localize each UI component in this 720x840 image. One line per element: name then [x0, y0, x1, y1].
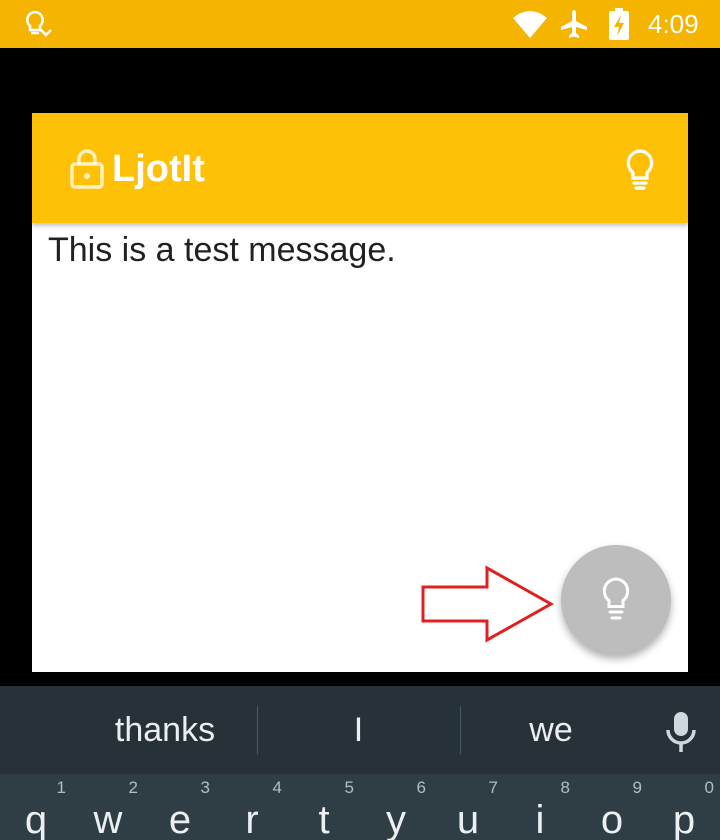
key-hint: 8 [560, 778, 570, 797]
key-hint: 7 [488, 778, 498, 797]
key-u[interactable]: 7 u [432, 774, 504, 840]
key-hint: 3 [200, 778, 210, 797]
app-title: LjotIt [112, 148, 205, 190]
key-letter: i [535, 798, 545, 840]
key-letter: y [386, 798, 406, 840]
note-text[interactable]: This is a test message. [48, 229, 396, 271]
key-r[interactable]: 4 r [216, 774, 288, 840]
key-hint: 1 [56, 778, 66, 797]
key-i[interactable]: 8 i [504, 774, 576, 840]
keyboard-row-top: 1 q 2 w 3 e 4 r 5 t 6 y 7 u 8 i 9 o 0 p [0, 774, 720, 840]
lightbulb-icon [602, 577, 630, 620]
key-hint: 6 [416, 778, 426, 797]
key-w[interactable]: 2 w [72, 774, 144, 840]
key-hint: 4 [272, 778, 282, 797]
key-hint: 5 [344, 778, 354, 797]
lightbulb-fab-button[interactable] [561, 545, 671, 655]
app-bar: LjotIt [32, 113, 688, 223]
annotation-arrow-icon [421, 565, 555, 643]
suggestion-strip: thanks I we [0, 686, 720, 774]
suggestion-we[interactable]: we [460, 708, 642, 752]
key-letter: t [318, 798, 330, 840]
lightbulb-icon[interactable] [618, 147, 662, 191]
key-hint: 9 [632, 778, 642, 797]
lock-icon [70, 149, 104, 189]
key-t[interactable]: 5 t [288, 774, 360, 840]
key-e[interactable]: 3 e [144, 774, 216, 840]
suggestion-thanks[interactable]: thanks [60, 708, 270, 752]
key-hint: 2 [128, 778, 138, 797]
key-hint: 0 [704, 778, 714, 797]
key-letter: o [600, 798, 624, 840]
clock: 4:09 [648, 9, 699, 39]
microphone-icon[interactable] [664, 710, 698, 754]
wifi-icon [513, 11, 547, 38]
key-letter: u [456, 798, 480, 840]
key-o[interactable]: 9 o [576, 774, 648, 840]
key-q[interactable]: 1 q [0, 774, 72, 840]
note-dialog: LjotIt This is a test message. [32, 113, 688, 672]
key-p[interactable]: 0 p [648, 774, 720, 840]
suggestion-i[interactable]: I [257, 708, 460, 752]
airplane-mode-icon [561, 10, 587, 38]
soft-keyboard: thanks I we 1 q 2 w 3 e 4 r 5 t 6 y 7 u … [0, 686, 720, 840]
key-letter: q [24, 798, 48, 840]
lightbulb-notification-icon [26, 10, 52, 37]
status-bar: 4:09 [0, 0, 720, 48]
battery-charging-icon [609, 8, 629, 40]
key-letter: r [245, 798, 259, 840]
key-y[interactable]: 6 y [360, 774, 432, 840]
key-letter: p [672, 798, 696, 840]
key-letter: w [93, 798, 123, 840]
key-letter: e [168, 798, 192, 840]
